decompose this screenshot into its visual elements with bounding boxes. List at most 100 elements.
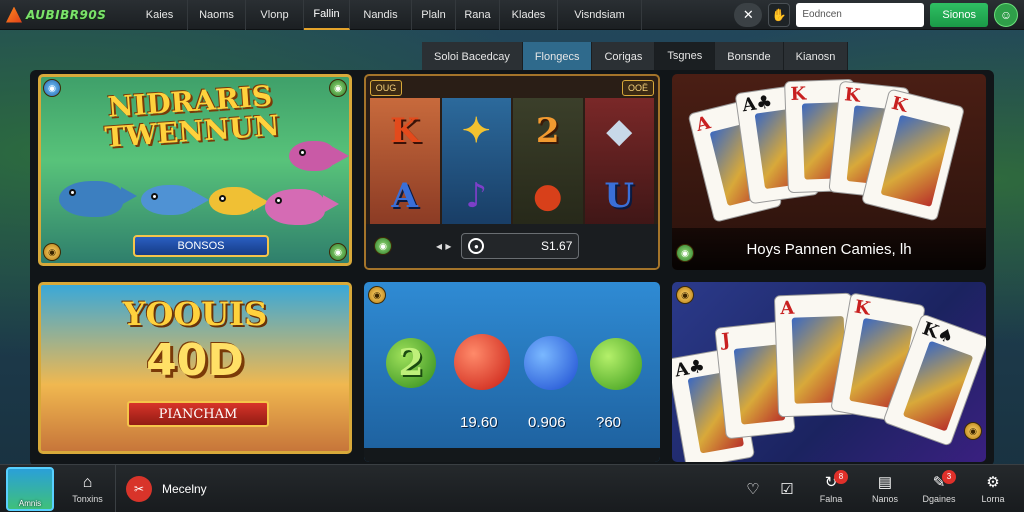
reel-symbol: ✦ (462, 110, 491, 151)
bottom-actions: ♡ ☑ ↻ Falna 8 ▤ Nanos ✎ Dgaines 3 ⚙ Lorn… (736, 465, 1024, 512)
coin-icon: ◉ (329, 79, 347, 97)
fruits-footer (364, 448, 660, 462)
bet-amount-value: S1.67 (541, 239, 573, 253)
falna-label: Falna (819, 494, 843, 504)
tab-flongecs[interactable]: Flongecs (522, 42, 593, 72)
game-tile-fish[interactable]: ◉ ◉ NIDRARIS TWENNUN BONSOS ◉ ◉ (38, 74, 352, 266)
coin-icon: ◉ (676, 244, 694, 262)
tab-tsgnes[interactable]: Tsgnes (655, 42, 716, 72)
game-tile-fruits[interactable]: ◉ 2 19.60 0.906 ?60 (364, 282, 660, 462)
arrow-icons[interactable]: ◂ ▸ (436, 239, 451, 253)
bonus-button[interactable]: BONSOS (133, 235, 269, 257)
game-tile-slots[interactable]: OUG ООЁ K A ✦ ♪ 2 ● ◆ U ◉ ◂ ▸ ● S1.67 (364, 74, 660, 270)
fish-icon (265, 189, 339, 225)
slots-header: OUG ООЁ (370, 80, 654, 96)
search-input[interactable] (796, 2, 925, 27)
coin-icon: ◉ (43, 79, 61, 97)
dgaines-button[interactable]: ✎ Dgaines 3 (912, 465, 966, 512)
tab-bonsnde[interactable]: Bonsnde (715, 42, 784, 72)
hand-icon[interactable]: ✋ (768, 2, 791, 27)
game-tile-cards[interactable]: A A♣ K K K ◉ Hoys Pannen Camies, lh (672, 74, 986, 270)
fish-icon (289, 141, 349, 171)
dgaines-label: Dgaines (922, 494, 956, 504)
avatar: ✂ (126, 475, 152, 502)
coin-icon: ◉ (43, 243, 61, 261)
reel-symbol: 2 (535, 110, 560, 151)
brand-name: AUBIBR90S (26, 7, 107, 22)
blueberry-icon (524, 336, 578, 390)
nanos-label: Nanos (871, 494, 898, 504)
apple-icon (454, 334, 510, 390)
bonus-ribbon[interactable]: PIANCHAM (127, 401, 269, 427)
fish-icon (141, 185, 209, 215)
primary-button[interactable]: Sionos (930, 2, 988, 27)
logo-mark-icon (6, 6, 22, 23)
reel-symbol: ♪ (465, 175, 488, 216)
nav-item[interactable]: Nandis (350, 0, 412, 30)
bonus-number: 40D (146, 335, 244, 386)
game-caption: Hoys Pannen Camies, lh (672, 228, 986, 270)
lime-icon (590, 338, 642, 390)
game-tile-cards-2[interactable]: ◉ A♣ J A K K♠ ◉ (672, 282, 986, 462)
gear-icon: ⚙ (986, 474, 1000, 491)
reel-symbol: K (389, 110, 420, 151)
notification-badge: 3 (942, 469, 956, 484)
fish-icon (59, 181, 137, 217)
tab-soloi[interactable]: Soloi Bacedcay (422, 42, 523, 72)
notification-badge: 8 (834, 469, 848, 484)
slot-reel: ✦ ♪ (441, 98, 511, 228)
slots-footer: ◉ ◂ ▸ ● S1.67 (366, 224, 658, 268)
nav-item[interactable]: Naoms (188, 0, 246, 30)
fruit-value: 0.906 (528, 414, 566, 431)
nav-item[interactable]: Klades (500, 0, 558, 30)
lorna-button[interactable]: ⚙ Lorna (966, 465, 1020, 512)
tools-icon[interactable]: ✕ (734, 2, 763, 27)
slot-reel: ◆ U (584, 98, 654, 228)
home-button[interactable]: ⌂ Tonxins (60, 464, 116, 512)
game-title: NIDRARIS TWENNUN (103, 79, 281, 155)
account-section[interactable]: ✂ Mecelny (126, 475, 207, 502)
slots-badge: OUG (370, 80, 402, 96)
bet-amount[interactable]: ● S1.67 (461, 233, 580, 259)
nav-item[interactable]: Vlonp (246, 0, 304, 30)
reel-symbol: ◆ (606, 110, 633, 151)
nav-item[interactable]: Plaln (412, 0, 456, 30)
nav-item-active[interactable]: Fallin (304, 0, 350, 30)
thumbnail-label: Amnis (18, 498, 42, 508)
fish-icon (209, 187, 269, 215)
bonus-title: YOOUIS (122, 295, 268, 333)
reel-symbol: A (391, 175, 418, 216)
nanos-button[interactable]: ▤ Nanos (858, 465, 912, 512)
top-nav: AUBIBR90S Kaies Naoms Vlonp Fallin Nandi… (0, 0, 1024, 30)
falna-button[interactable]: ↻ Falna 8 (804, 465, 858, 512)
game-thumbnail[interactable]: Amnis (6, 466, 54, 511)
chip-icon: ● (468, 238, 485, 254)
bottom-bar: Amnis ⌂ Tonxins ✂ Mecelny ♡ ☑ ↻ Falna 8 … (0, 464, 1024, 512)
tab-corigas[interactable]: Corigas (592, 42, 656, 72)
coin-icon: ◉ (329, 243, 347, 261)
user-icon[interactable]: ☺ (994, 2, 1018, 27)
nav-item[interactable]: Visndsiam (558, 0, 642, 30)
slot-reel: 2 ● (513, 98, 583, 228)
game-tile-bonus[interactable]: YOOUIS 40D PIANCHAM (38, 282, 352, 454)
nav-item[interactable]: Kaies (132, 0, 188, 30)
reel-symbol: ● (532, 175, 563, 216)
lorna-label: Lorna (981, 494, 1005, 504)
tab-kianosn[interactable]: Kianosn (783, 42, 849, 72)
fruit-value: ?60 (596, 414, 622, 431)
account-name: Mecelny (162, 481, 207, 496)
slot-reels: K A ✦ ♪ 2 ● ◆ U (370, 98, 654, 228)
document-icon: ▤ (877, 474, 893, 491)
heart-icon[interactable]: ♡ (736, 465, 770, 512)
brand-logo[interactable]: AUBIBR90S (0, 6, 132, 23)
coin-icon: ◉ (964, 422, 982, 440)
checklist-icon[interactable]: ☑ (770, 465, 804, 512)
coin-icon: ◉ (368, 286, 386, 304)
nav-items: Kaies Naoms Vlonp Fallin Nandis Plaln Ra… (132, 0, 642, 30)
reel-symbol: U (604, 175, 635, 216)
category-tabs: Soloi Bacedcay Flongecs Corigas Tsgnes B… (422, 42, 849, 72)
home-icon: ⌂ (82, 473, 93, 491)
fruit-icon: 2 (386, 338, 436, 388)
nav-tools: ✕ ✋ Sionos ☺ (734, 2, 1024, 27)
nav-item[interactable]: Rana (456, 0, 500, 30)
